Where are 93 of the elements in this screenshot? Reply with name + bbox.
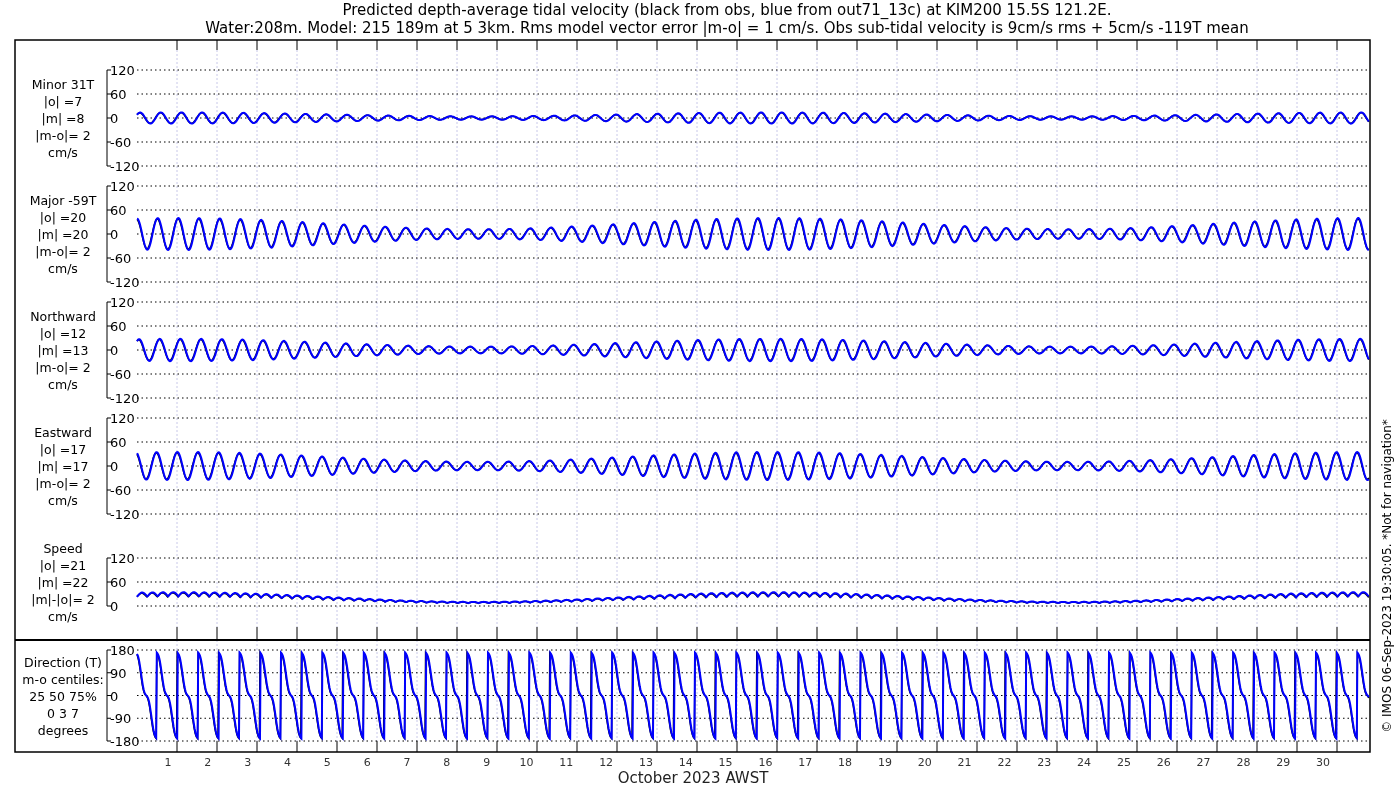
y-tick-label: 90 (110, 665, 127, 681)
x-tick-label: 20 (917, 756, 932, 769)
panel-label: |m| =13 (37, 343, 89, 358)
copyright-note: © IMOS 06-Sep-2023 19:30:05. *Not for navigation* (1380, 419, 1394, 733)
panel-label: |m-o|= 2 (35, 360, 91, 375)
x-tick-label: 10 (519, 756, 534, 769)
x-tick-label: 16 (758, 756, 773, 769)
y-tick-label: -120 (110, 391, 140, 406)
y-tick-label: 0 (110, 599, 119, 614)
panel-label: Eastward (34, 425, 92, 440)
x-axis-title: October 2023 AWST (617, 769, 769, 787)
y-tick-label: -60 (110, 251, 132, 266)
y-tick-label: -120 (110, 159, 140, 174)
panel-label: |m| =17 (37, 459, 89, 474)
y-tick-label: 120 (110, 411, 135, 426)
y-tick-label: -90 (110, 711, 132, 727)
x-tick-label: 9 (483, 756, 491, 769)
y-tick-label: -180 (110, 734, 140, 749)
x-tick-label: 29 (1276, 756, 1291, 769)
y-axis (106, 557, 112, 607)
panel-label: |m| =20 (37, 227, 89, 242)
panel-label: Speed (43, 541, 83, 556)
panel-label: |m|-|o|= 2 (31, 592, 95, 607)
y-tick-label: -60 (110, 367, 132, 382)
panel-label: 25 50 75% (29, 688, 97, 704)
x-tick-label: 1 (164, 756, 172, 769)
x-tick-label: 26 (1156, 756, 1171, 769)
panel-label: Direction (T) (24, 654, 102, 670)
panel-label: |m| =8 (41, 111, 85, 126)
panel-label: cm/s (48, 261, 78, 276)
y-tick-label: 120 (110, 551, 135, 566)
panel-label: cm/s (48, 609, 78, 624)
panel-label: |o| =21 (39, 558, 87, 573)
x-tick-label: 12 (599, 756, 614, 769)
x-tick-label: 4 (284, 756, 291, 769)
x-tick-label: 23 (1037, 756, 1052, 769)
y-tick-label: 120 (110, 295, 135, 310)
plot-title: Predicted depth-average tidal velocity (black from obs, blue from out71_13c) at KIM200 15.5S 121.2E. (342, 1, 1112, 19)
y-tick-label: 0 (110, 343, 119, 358)
plot-title: Water:208m. Model: 215 189m at 5 3km. Rms model vector error |m-o| = 1 cm/s. Obs sub-tidal velocity is 9cm/s rms + 5cm/s -119T mean (205, 19, 1249, 37)
x-tick-label: 6 (363, 756, 371, 769)
panel-label: |o| =20 (39, 210, 87, 225)
panel-label: degrees (37, 722, 89, 738)
x-tick-label: 21 (957, 756, 972, 769)
panel-label: cm/s (48, 377, 78, 392)
x-tick-label: 22 (997, 756, 1012, 769)
panel-label: |m-o|= 2 (35, 128, 91, 143)
x-tick-label: 3 (244, 756, 252, 769)
x-tick-label: 18 (838, 756, 853, 769)
x-tick-label: 11 (559, 756, 574, 769)
panel-label: Minor 31T (31, 77, 95, 92)
panel-label: |o| =12 (39, 326, 87, 341)
y-tick-label: 60 (110, 203, 127, 218)
x-tick-label: 15 (718, 756, 733, 769)
x-tick-label: 19 (877, 756, 892, 769)
y-tick-label: 0 (110, 688, 119, 704)
y-tick-label: -60 (110, 483, 132, 498)
panel-label: Northward (30, 309, 96, 324)
panel-label: |o| =17 (39, 442, 87, 457)
y-tick-label: 60 (110, 575, 127, 590)
y-tick-label: 60 (110, 319, 127, 334)
panel-label: cm/s (48, 493, 78, 508)
y-tick-label: 120 (110, 63, 135, 78)
y-tick-label: 180 (110, 643, 135, 658)
panel-label: 0 3 7 (47, 705, 79, 721)
panel-label: |m| =22 (37, 575, 89, 590)
panel-label: m-o centiles: (22, 671, 104, 687)
panel-label: Major -59T (29, 193, 97, 208)
x-tick-label: 14 (678, 756, 693, 769)
y-tick-label: -120 (110, 507, 140, 522)
x-tick-label: 27 (1196, 756, 1211, 769)
x-tick-label: 7 (403, 756, 411, 769)
x-tick-label: 25 (1116, 756, 1131, 769)
x-tick-label: 28 (1236, 756, 1251, 769)
x-tick-label: 5 (323, 756, 331, 769)
panel-label: cm/s (48, 145, 78, 160)
x-tick-label: 24 (1077, 756, 1092, 769)
panel-label: |m-o|= 2 (35, 244, 91, 259)
x-tick-label: 13 (638, 756, 653, 769)
y-tick-label: -60 (110, 135, 132, 150)
y-tick-label: 60 (110, 435, 127, 450)
y-tick-label: -120 (110, 275, 140, 290)
x-tick-label: 30 (1316, 756, 1331, 769)
y-tick-label: 60 (110, 87, 127, 102)
y-tick-label: 0 (110, 459, 119, 474)
x-tick-label: 8 (443, 756, 451, 769)
y-tick-label: 0 (110, 111, 119, 126)
panel-label: |m-o|= 2 (35, 476, 91, 491)
panel-label: |o| =7 (43, 94, 83, 109)
x-tick-label: 17 (798, 756, 813, 769)
y-tick-label: 120 (110, 179, 135, 194)
x-tick-label: 2 (204, 756, 212, 769)
y-tick-label: 0 (110, 227, 119, 242)
